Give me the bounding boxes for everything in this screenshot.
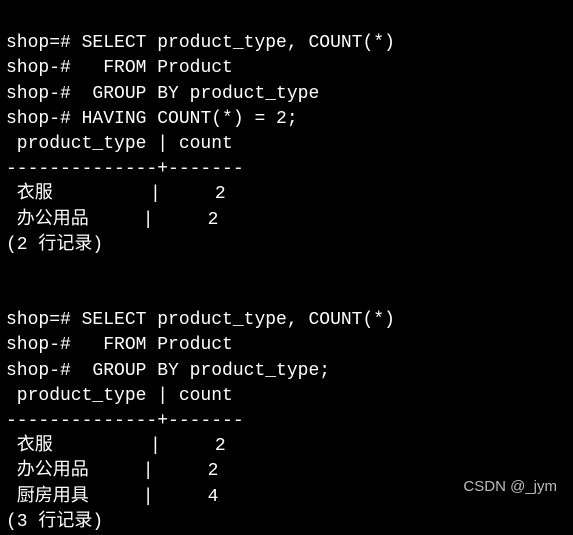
result-divider: --------------+------- (6, 159, 244, 179)
sql-line: GROUP BY product_type; (82, 361, 330, 381)
table-row: 衣服 | 2 (6, 184, 226, 204)
sql-line: SELECT product_type, COUNT(*) (82, 33, 395, 53)
prompt: shop=# (6, 310, 82, 330)
prompt: shop-# (6, 84, 82, 104)
watermark: CSDN @_jym (463, 476, 557, 497)
result-header: product_type | count (6, 134, 233, 154)
sql-line: FROM Product (82, 335, 233, 355)
prompt: shop-# (6, 58, 82, 78)
table-row: 衣服 | 2 (6, 436, 226, 456)
prompt: shop-# (6, 361, 82, 381)
table-row: 厨房用具 | 4 (6, 487, 218, 507)
prompt: shop-# (6, 335, 82, 355)
prompt: shop=# (6, 33, 82, 53)
result-footer: (3 行记录) (6, 512, 103, 532)
result-footer: (2 行记录) (6, 235, 103, 255)
sql-line: FROM Product (82, 58, 233, 78)
sql-line: GROUP BY product_type (82, 84, 320, 104)
table-row: 办公用品 | 2 (6, 210, 218, 230)
sql-line: SELECT product_type, COUNT(*) (82, 310, 395, 330)
table-row: 办公用品 | 2 (6, 461, 218, 481)
prompt: shop-# (6, 109, 82, 129)
result-divider: --------------+------- (6, 411, 244, 431)
sql-line: HAVING COUNT(*) = 2; (82, 109, 298, 129)
terminal-output[interactable]: shop=# SELECT product_type, COUNT(*) sho… (6, 6, 567, 535)
result-header: product_type | count (6, 386, 233, 406)
